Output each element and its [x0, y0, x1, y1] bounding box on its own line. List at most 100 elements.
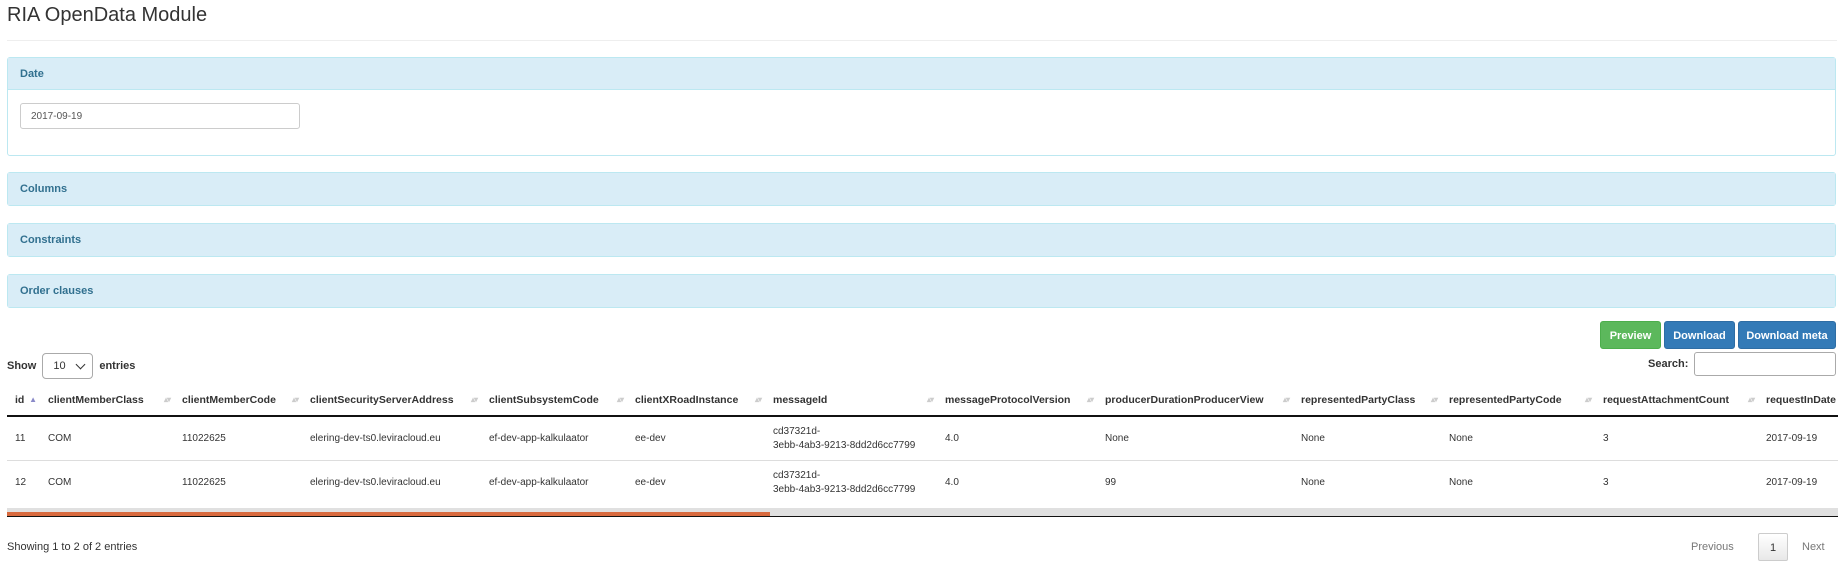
- column-header-label: messageProtocolVersion: [945, 394, 1071, 406]
- pagination-next[interactable]: Next: [1802, 533, 1825, 561]
- sort-both-icon: ▴▾: [163, 395, 171, 404]
- pagination-page-1[interactable]: 1: [1758, 533, 1788, 561]
- message-id-part: 3ebb-4ab3-9213-8dd2d6cc7799: [773, 483, 916, 495]
- entries-select[interactable]: 10: [42, 353, 94, 379]
- table-cell-clientSubsystemCode: ef-dev-app-kalkulaator: [489, 432, 589, 444]
- sort-both-icon: ▴▾: [470, 395, 478, 404]
- column-header-clientMemberClass[interactable]: clientMemberClass ▴▾: [40, 385, 174, 417]
- sort-both-icon: ▴▾: [616, 395, 624, 404]
- table-cell-clientXRoadInstance: ee-dev: [635, 432, 666, 444]
- columns-panel-heading[interactable]: Columns: [8, 173, 1835, 205]
- table-cell-representedPartyClass: None: [1293, 460, 1441, 504]
- preview-button[interactable]: Preview: [1600, 321, 1661, 349]
- table-header-row: id ▲ clientMemberClass ▴▾ clientMemberCode ▴▾…: [7, 385, 1838, 417]
- scrollbar-thumb[interactable]: [7, 512, 770, 516]
- sort-both-icon: ▴▾: [1282, 395, 1290, 404]
- table-cell-clientMemberClass: COM: [40, 460, 174, 504]
- column-header-label: clientSecurityServerAddress: [310, 394, 454, 406]
- table-info: Showing 1 to 2 of 2 entries: [7, 541, 138, 553]
- constraints-panel: Constraints: [7, 223, 1836, 257]
- entries-select-value: 10: [53, 360, 66, 372]
- table-cell-producerDurationProducerView: None: [1105, 432, 1129, 444]
- table-cell-producerDurationProducerView: 99: [1097, 460, 1293, 504]
- table-cell-clientXRoadInstance: ee-dev: [627, 460, 765, 504]
- sort-both-icon: ▴▾: [926, 395, 934, 404]
- search-label: Search:: [1648, 358, 1689, 370]
- sort-both-icon: ▴▾: [754, 395, 762, 404]
- date-input[interactable]: [20, 103, 300, 129]
- table-cell-messageId: cd37321d- 3ebb-4ab3-9213-8dd2d6cc7799: [765, 416, 937, 461]
- table-cell-requestInDate: 2017-09-19: [1766, 432, 1818, 444]
- table-cell-requestAttachmentCount: 3: [1595, 460, 1758, 504]
- column-header-requestAttachmentCount[interactable]: requestAttachmentCount ▴▾: [1595, 385, 1758, 417]
- table-cell-id: 11: [15, 432, 26, 444]
- sort-both-icon: ▴▾: [1086, 395, 1094, 404]
- order-clauses-panel: Order clauses: [7, 274, 1836, 308]
- column-header-representedPartyClass[interactable]: representedPartyClass ▴▾: [1293, 385, 1441, 417]
- table-cell-messageProtocolVersion: 4.0: [945, 432, 959, 444]
- column-header-label: clientSubsystemCode: [489, 394, 599, 406]
- constraints-panel-heading[interactable]: Constraints: [8, 224, 1835, 256]
- column-header-requestInDate[interactable]: requestInDate▴▾: [1758, 385, 1838, 417]
- column-header-label: requestInDate: [1766, 394, 1837, 406]
- sort-both-icon: ▴▾: [1430, 395, 1438, 404]
- column-header-label: messageId: [773, 394, 828, 406]
- column-header-label: producerDurationProducerView: [1105, 394, 1264, 406]
- column-header-representedPartyCode[interactable]: representedPartyCode ▴▾: [1441, 385, 1595, 417]
- column-header-clientXRoadInstance[interactable]: clientXRoadInstance ▴▾: [627, 385, 765, 417]
- table-cell-representedPartyCode: None: [1449, 432, 1473, 444]
- search-input[interactable]: [1694, 352, 1837, 376]
- message-id-part: cd37321d-: [773, 425, 821, 437]
- column-header-id[interactable]: id ▲: [7, 385, 40, 417]
- column-header-label: clientXRoadInstance: [635, 394, 739, 406]
- table-cell-clientMemberCode: 11022625: [174, 460, 302, 504]
- column-header-clientSubsystemCode[interactable]: clientSubsystemCode ▴▾: [481, 385, 627, 417]
- data-table: id ▲ clientMemberClass ▴▾ clientMemberCode ▴▾…: [7, 385, 1838, 504]
- column-header-messageId[interactable]: messageId ▴▾: [765, 385, 937, 417]
- column-header-clientMemberCode[interactable]: clientMemberCode ▴▾: [174, 385, 302, 417]
- table-cell-clientMemberCode: 11022625: [182, 432, 226, 444]
- table-cell-clientSecurityServerAddress: elering-dev-ts0.leviracloud.eu: [310, 432, 441, 444]
- table-cell-representedPartyClass: None: [1301, 432, 1325, 444]
- table-cell-clientMemberClass: COM: [48, 432, 72, 444]
- table-cell-requestAttachmentCount: 3: [1603, 432, 1609, 444]
- table-cell-requestInDate: 2017-09-19: [1758, 460, 1838, 504]
- column-header-label: clientMemberClass: [48, 394, 144, 406]
- download-button[interactable]: Download: [1664, 321, 1735, 349]
- sort-both-icon: ▴▾: [291, 395, 299, 404]
- table-cell-id: 12: [7, 460, 40, 504]
- date-panel-heading[interactable]: Date: [8, 58, 1835, 90]
- page-title: RIA OpenData Module: [7, 4, 208, 26]
- pagination-previous[interactable]: Previous: [1691, 533, 1734, 561]
- table-body: 11 COM 11022625 elering-dev-ts0.leviracloud…: [7, 416, 1838, 504]
- table-cell-clientSubsystemCode: ef-dev-app-kalkulaator: [481, 460, 627, 504]
- length-control: Show 10 entries: [7, 353, 135, 379]
- message-id-part: 3ebb-4ab3-9213-8dd2d6cc7799: [773, 439, 916, 451]
- message-id-part: cd37321d-: [773, 469, 821, 481]
- column-header-producerDurationProducerView[interactable]: producerDurationProducerView ▴▾: [1097, 385, 1293, 417]
- table-row: 11 COM 11022625 elering-dev-ts0.leviracloud…: [7, 416, 1838, 461]
- search-control: Search:: [1648, 352, 1837, 376]
- sort-both-icon: ▴▾: [1584, 395, 1592, 404]
- horizontal-scrollbar[interactable]: [7, 508, 1838, 517]
- show-label: Show: [7, 360, 37, 372]
- column-header-label: id: [15, 394, 25, 406]
- date-panel: Date: [7, 57, 1836, 156]
- table-cell-representedPartyCode: None: [1441, 460, 1595, 504]
- table-cell-clientSecurityServerAddress: elering-dev-ts0.leviracloud.eu: [302, 460, 481, 504]
- column-header-clientSecurityServerAddress[interactable]: clientSecurityServerAddress ▴▾: [302, 385, 481, 417]
- table-cell-messageProtocolVersion: 4.0: [937, 460, 1097, 504]
- download-meta-button[interactable]: Download meta: [1738, 321, 1836, 349]
- column-header-label: representedPartyClass: [1301, 394, 1416, 406]
- column-header-messageProtocolVersion[interactable]: messageProtocolVersion ▴▾: [937, 385, 1097, 417]
- sort-both-icon: ▴▾: [1747, 395, 1755, 404]
- order-clauses-panel-heading[interactable]: Order clauses: [8, 275, 1835, 307]
- table-cell-messageId: cd37321d- 3ebb-4ab3-9213-8dd2d6cc7799: [765, 460, 937, 504]
- sort-ascending-icon: ▲: [29, 395, 37, 404]
- column-header-label: representedPartyCode: [1449, 394, 1562, 406]
- column-header-label: clientMemberCode: [182, 394, 276, 406]
- entries-label: entries: [99, 360, 136, 372]
- data-table-container: id ▲ clientMemberClass ▴▾ clientMemberCode ▴▾…: [7, 385, 1838, 517]
- column-header-label: requestAttachmentCount: [1603, 394, 1730, 406]
- table-row: 12 COM 11022625 elering-dev-ts0.leviracloud…: [7, 460, 1838, 504]
